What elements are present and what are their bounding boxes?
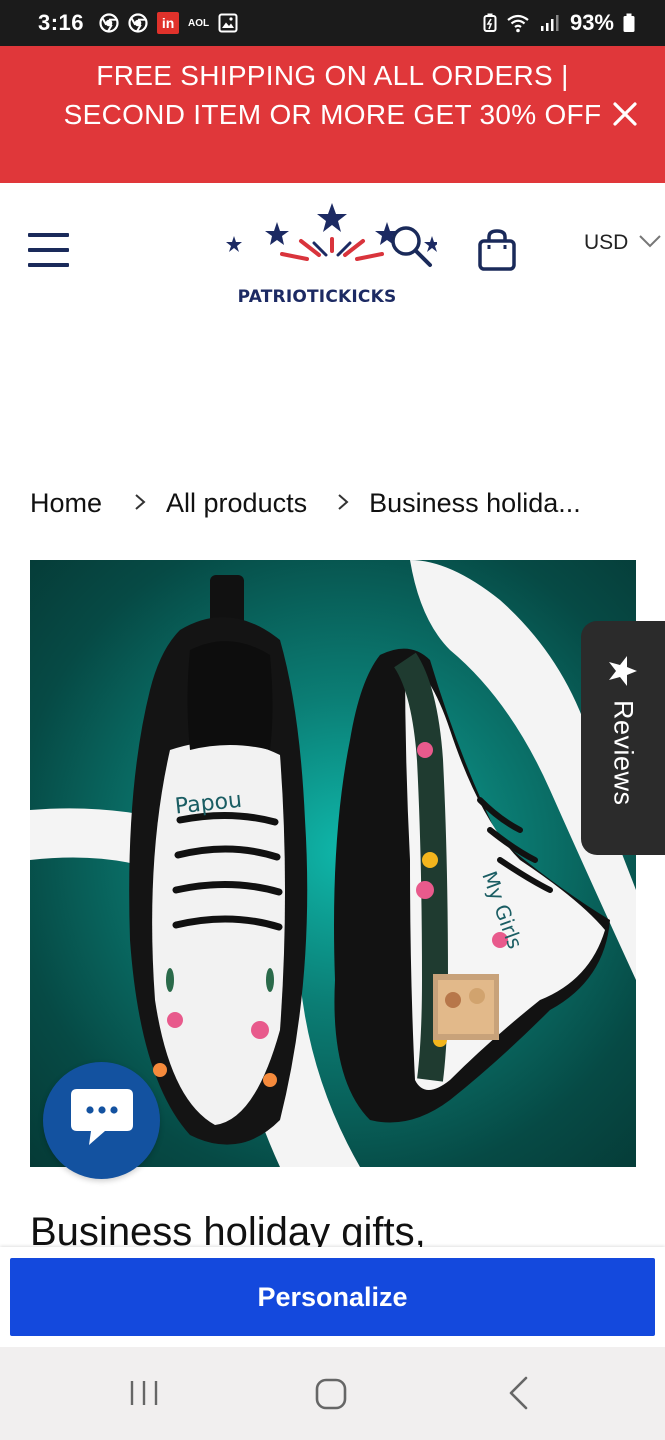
site-header: PATRIOTICKICKS USD: [0, 183, 665, 313]
reviews-label: Reviews: [608, 700, 639, 806]
close-icon[interactable]: [607, 96, 643, 132]
logo-wordmark: PATRIOTICKICKS: [237, 287, 397, 307]
breadcrumb-all-products[interactable]: All products: [166, 488, 307, 519]
battery-icon: [623, 13, 635, 33]
product-title-container: Business holiday gifts,: [30, 1208, 640, 1252]
breadcrumb: Home All products Business holida...: [30, 488, 640, 519]
currency-label: USD: [584, 231, 629, 254]
back-icon[interactable]: [504, 1375, 532, 1411]
gallery-icon: [218, 13, 238, 33]
promo-text: FREE SHIPPING ON ALL ORDERS | SECOND ITE…: [63, 60, 602, 130]
status-bar-left: 3:16 in AOL: [38, 10, 238, 36]
reviews-tab[interactable]: Reviews: [581, 621, 665, 855]
menu-icon[interactable]: [28, 233, 70, 267]
status-time: 3:16: [38, 10, 85, 35]
battery-level: 93%: [569, 10, 614, 35]
linkedin-icon: in: [157, 12, 180, 34]
recent-apps-icon[interactable]: [128, 1377, 160, 1409]
reviews-tab-content: Reviews: [595, 655, 651, 825]
signal-icon: [539, 13, 561, 33]
chat-button[interactable]: [43, 1062, 160, 1179]
battery-saver-icon: [483, 13, 497, 33]
personalize-button[interactable]: Personalize: [10, 1258, 655, 1336]
status-bar: 3:16 in AOL 93%: [0, 0, 665, 46]
chrome-icon: [128, 13, 148, 33]
chrome-icon: [99, 13, 119, 33]
system-nav-bar: [0, 1347, 665, 1440]
currency-selector[interactable]: USD: [584, 231, 662, 255]
sticky-action-bar: Personalize: [0, 1247, 665, 1347]
promo-banner: FREE SHIPPING ON ALL ORDERS | SECOND ITE…: [0, 46, 665, 183]
status-bar-right: 93%: [483, 10, 635, 36]
search-icon[interactable]: [388, 223, 434, 269]
star-icon: [607, 655, 639, 692]
chevron-right-icon: [134, 490, 146, 518]
aol-icon: AOL: [188, 17, 210, 29]
shopping-bag-icon[interactable]: [476, 228, 518, 272]
wifi-icon: [506, 13, 530, 33]
breadcrumb-current: Business holida...: [369, 488, 581, 518]
chevron-right-icon: [337, 490, 349, 518]
breadcrumb-home[interactable]: Home: [30, 488, 102, 519]
home-icon[interactable]: [314, 1377, 348, 1411]
chevron-down-icon: [638, 234, 662, 253]
product-title: Business holiday gifts,: [30, 1210, 426, 1252]
chat-bubble-icon: [67, 1085, 137, 1156]
